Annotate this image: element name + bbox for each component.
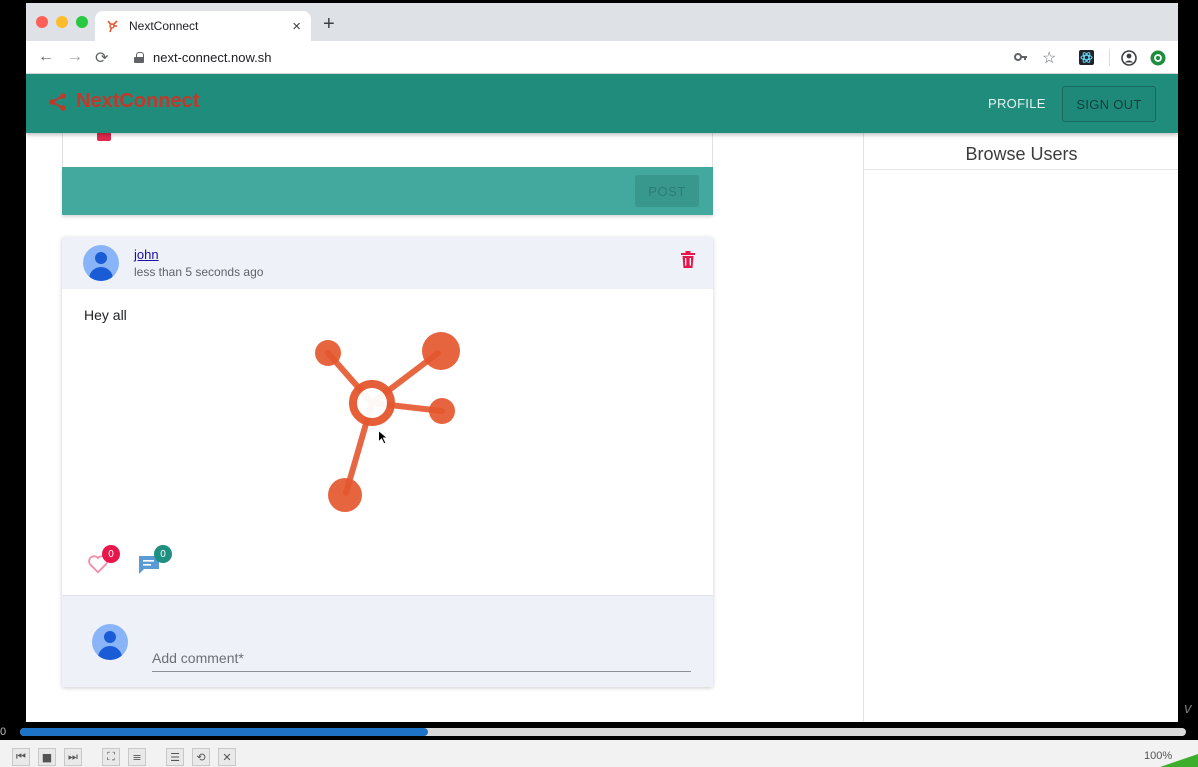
mouse-cursor-icon <box>378 430 388 445</box>
browser-window: NextConnect × + ← → ⟳ next-connect.now.s… <box>26 3 1178 722</box>
like-button[interactable]: 0 <box>86 545 120 575</box>
loop-icon[interactable]: ⟲ <box>192 748 210 766</box>
maximize-window-button[interactable] <box>76 16 88 28</box>
comment-count-badge: 0 <box>154 545 172 563</box>
comment-button[interactable]: 0 <box>138 545 172 575</box>
vimeo-watermark-icon: v <box>1184 700 1192 717</box>
like-count-badge: 0 <box>102 545 120 563</box>
post-image <box>315 332 460 512</box>
playback-progress-bar[interactable] <box>20 728 1186 736</box>
brand-link[interactable]: NextConnect <box>48 90 199 113</box>
playlist-icon[interactable]: ☰ <box>166 748 184 766</box>
main-content: POST john less than 5 seconds ago Hey al… <box>26 133 1178 722</box>
minimize-window-button[interactable] <box>56 16 68 28</box>
share-icon <box>49 92 66 111</box>
previous-icon[interactable]: ⏮ <box>12 748 30 766</box>
playback-progress-fill <box>20 728 429 736</box>
composer-footer: POST <box>62 167 713 215</box>
account-icon[interactable] <box>1121 50 1137 66</box>
react-devtools-icon[interactable] <box>1079 50 1094 65</box>
extension-status-icon[interactable] <box>1150 50 1166 66</box>
elapsed-time: 0 <box>0 726 7 738</box>
post-composer <box>62 133 713 167</box>
player-controls: ⏮ ■ ⏭ ⛶ ≡ ☰ ⟲ ✕ <box>0 740 1198 767</box>
fullscreen-icon[interactable]: ⛶ <box>102 748 120 766</box>
browser-tab[interactable]: NextConnect × <box>95 11 311 41</box>
equalizer-icon[interactable]: ≡ <box>128 748 146 766</box>
profile-link[interactable]: PROFILE <box>988 96 1046 111</box>
next-icon[interactable]: ⏭ <box>64 748 82 766</box>
screen: NextConnect × + ← → ⟳ next-connect.now.s… <box>0 0 1198 767</box>
post-timestamp: less than 5 seconds ago <box>134 265 264 279</box>
key-icon[interactable] <box>1014 52 1028 62</box>
comment-section: Add comment* <box>62 595 713 687</box>
close-tab-icon[interactable]: × <box>292 18 301 35</box>
toolbar-divider <box>1109 49 1110 66</box>
reload-icon[interactable]: ⟳ <box>95 48 108 68</box>
sign-out-button[interactable]: SIGN OUT <box>1062 86 1156 122</box>
post-header: john less than 5 seconds ago <box>62 237 713 289</box>
address-bar[interactable]: next-connect.now.sh <box>124 45 1004 70</box>
browse-users-panel: Browse Users <box>863 133 1178 722</box>
tab-strip: NextConnect × + <box>26 3 1178 41</box>
add-image-icon[interactable] <box>97 133 111 141</box>
delete-post-icon[interactable] <box>681 251 695 268</box>
stop-icon[interactable]: ■ <box>38 748 56 766</box>
post-text: Hey all <box>84 307 127 323</box>
author-avatar[interactable] <box>83 245 119 281</box>
add-comment-input[interactable]: Add comment* <box>152 642 691 672</box>
url-text: next-connect.now.sh <box>153 50 272 65</box>
forward-arrow-icon[interactable]: → <box>67 48 83 66</box>
lock-icon <box>134 52 144 63</box>
close-window-button[interactable] <box>36 16 48 28</box>
browse-users-divider <box>864 169 1178 170</box>
current-user-avatar <box>92 624 128 660</box>
app-header: NextConnect PROFILE SIGN OUT <box>26 74 1178 133</box>
browse-users-title: Browse Users <box>965 144 1078 164</box>
post-author-link[interactable]: john <box>134 247 159 262</box>
brand-name: NextConnect <box>76 90 200 112</box>
tab-title: NextConnect <box>129 19 199 33</box>
new-tab-button[interactable]: + <box>323 13 335 36</box>
nextconnect-favicon-icon <box>107 20 118 33</box>
bookmark-star-icon[interactable]: ☆ <box>1042 48 1056 68</box>
shuffle-icon[interactable]: ✕ <box>218 748 236 766</box>
back-arrow-icon[interactable]: ← <box>38 48 54 66</box>
window-controls <box>36 16 88 28</box>
volume-level: 100% <box>1144 750 1173 762</box>
post-card: john less than 5 seconds ago Hey all 0 0… <box>62 237 713 687</box>
post-button[interactable]: POST <box>635 175 699 207</box>
browser-toolbar: ← → ⟳ next-connect.now.sh ☆ <box>26 41 1178 74</box>
